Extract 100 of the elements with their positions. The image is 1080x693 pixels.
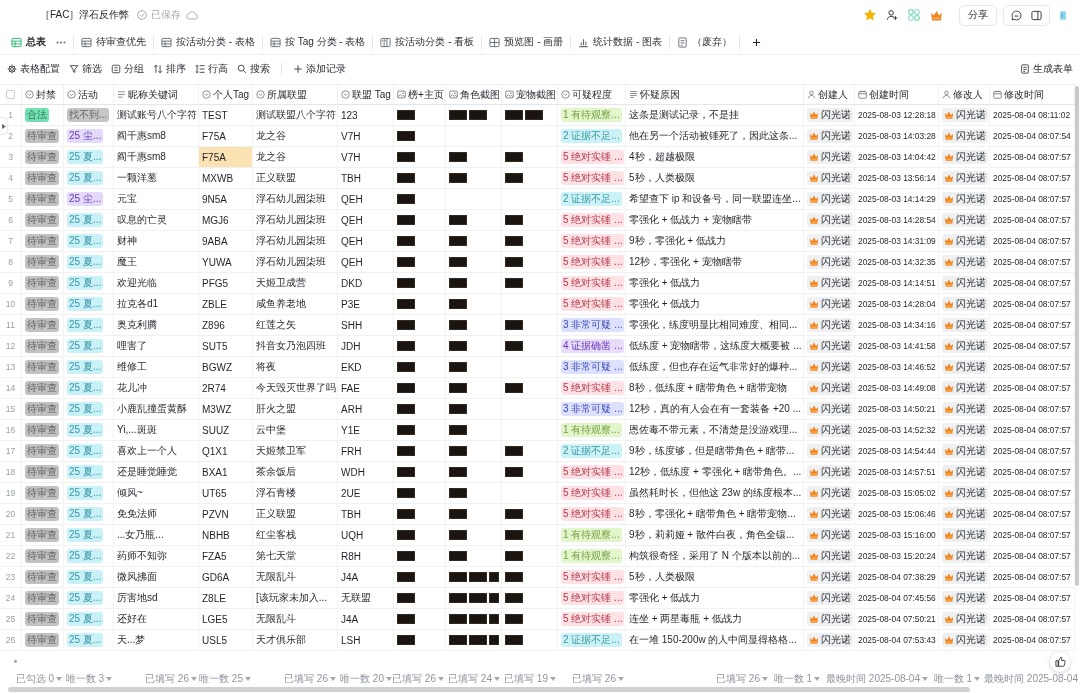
image-thumbnail[interactable] [505,467,523,477]
table-cell[interactable]: Z896 [199,315,253,335]
image-thumbnail[interactable] [505,446,523,456]
image-thumbnail[interactable] [449,572,467,582]
image-thumbnail[interactable] [505,278,523,288]
image-thumbnail[interactable] [505,341,523,351]
table-cell[interactable]: F75A [199,126,253,146]
image-thumbnail[interactable] [449,362,467,372]
image-thumbnail[interactable] [505,320,523,330]
image-thumbnail[interactable] [449,593,467,603]
image-thumbnail[interactable] [397,467,415,477]
image-thumbnail[interactable] [489,572,499,582]
table-cell[interactable]: MGJ6 [199,210,253,230]
sidebar-icon[interactable] [1031,9,1042,21]
column-header[interactable]: 角色截图 [446,85,502,104]
image-thumbnail[interactable] [397,278,415,288]
image-thumbnail[interactable] [505,614,523,624]
view-tab[interactable]: （废弃） [670,35,741,49]
image-thumbnail[interactable] [505,215,523,225]
vertical-scrollbar[interactable] [1075,86,1079,586]
image-thumbnail[interactable] [449,509,467,519]
image-thumbnail[interactable] [449,110,467,120]
image-thumbnail[interactable] [525,110,543,120]
image-thumbnail[interactable] [505,593,523,603]
image-thumbnail[interactable] [397,152,415,162]
thumbs-up-button[interactable] [1050,651,1070,672]
image-thumbnail[interactable] [469,593,487,603]
apps-icon[interactable] [908,9,920,21]
table-cell[interactable]: USL5 [199,630,253,650]
table-cell[interactable]: NBHB [199,525,253,545]
image-thumbnail[interactable] [505,110,523,120]
toolbar-button[interactable]: 行高 [191,60,232,78]
image-thumbnail[interactable] [397,362,415,372]
table-cell[interactable]: M3WZ [199,399,253,419]
table-cell[interactable]: PZVN [199,504,253,524]
share-button[interactable]: 分享 [959,4,997,26]
column-header[interactable]: 联盟 Tag [338,85,394,104]
column-header[interactable]: 榜+主页 [394,85,446,104]
table-cell[interactable]: ZBLE [199,294,253,314]
image-thumbnail[interactable] [505,551,523,561]
image-thumbnail[interactable] [449,530,467,540]
view-tab[interactable]: 按活动分类 - 表格 [154,35,263,49]
table-cell[interactable]: F75A [199,147,253,167]
table-cell[interactable]: MXWB [199,168,253,188]
image-thumbnail[interactable] [449,614,467,624]
view-tab[interactable]: 按 Tag 分类 - 表格 [262,35,374,49]
table-cell[interactable]: Z8LE [199,588,253,608]
column-header[interactable]: 封禁 [22,85,64,104]
image-thumbnail[interactable] [505,152,523,162]
toolbar-button[interactable]: 排序 [149,60,190,78]
image-thumbnail[interactable] [397,194,415,204]
star-icon[interactable] [864,9,876,21]
image-thumbnail[interactable] [449,173,467,183]
image-thumbnail[interactable] [449,446,467,456]
image-thumbnail[interactable] [449,278,467,288]
image-thumbnail[interactable] [469,110,487,120]
column-header[interactable]: 创建时间 [855,85,939,104]
image-thumbnail[interactable] [505,173,523,183]
column-header[interactable]: 昵称关键词 [114,85,199,104]
crown-icon[interactable] [930,8,943,22]
table-cell[interactable]: BXA1 [199,462,253,482]
image-thumbnail[interactable] [397,488,415,498]
image-thumbnail[interactable] [397,551,415,561]
image-thumbnail[interactable] [449,236,467,246]
table-cell[interactable]: SUT5 [199,336,253,356]
image-thumbnail[interactable] [469,614,487,624]
image-thumbnail[interactable] [397,614,415,624]
image-thumbnail[interactable] [449,404,467,414]
image-thumbnail[interactable] [397,320,415,330]
image-thumbnail[interactable] [397,236,415,246]
toolbar-button[interactable]: 添加记录 [289,60,350,78]
image-thumbnail[interactable] [449,635,467,645]
image-thumbnail[interactable] [489,635,499,645]
view-tab[interactable]: 按活动分类 - 看板 [373,35,483,49]
image-thumbnail[interactable] [489,593,499,603]
column-header[interactable]: 创建人 [804,85,855,104]
view-tab[interactable]: 统计数据 - 图表 [571,35,671,49]
image-thumbnail[interactable] [397,635,415,645]
view-tab[interactable]: 预览图 - 画册 [482,35,572,49]
image-thumbnail[interactable] [449,341,467,351]
person-add-icon[interactable] [886,9,898,21]
image-thumbnail[interactable] [397,404,415,414]
table-cell[interactable]: Q1X1 [199,441,253,461]
generate-form-button[interactable]: 生成表单 [1016,60,1077,78]
column-header[interactable]: 个人Tag [199,85,253,104]
select-all-checkbox[interactable] [6,90,15,99]
image-thumbnail[interactable] [469,572,487,582]
image-thumbnail[interactable] [505,257,523,267]
column-header[interactable]: 修改人 [939,85,990,104]
view-tab[interactable]: 总表 [4,35,74,49]
image-thumbnail[interactable] [449,257,467,267]
column-header[interactable]: 宠物截图 [502,85,558,104]
column-header[interactable]: 所属联盟 [253,85,338,104]
image-thumbnail[interactable] [397,446,415,456]
table-cell[interactable]: YUWA [199,252,253,272]
image-thumbnail[interactable] [469,635,487,645]
table-cell[interactable]: BGWZ [199,357,253,377]
chat-icon[interactable] [1011,9,1022,21]
image-thumbnail[interactable] [397,173,415,183]
image-thumbnail[interactable] [505,635,523,645]
